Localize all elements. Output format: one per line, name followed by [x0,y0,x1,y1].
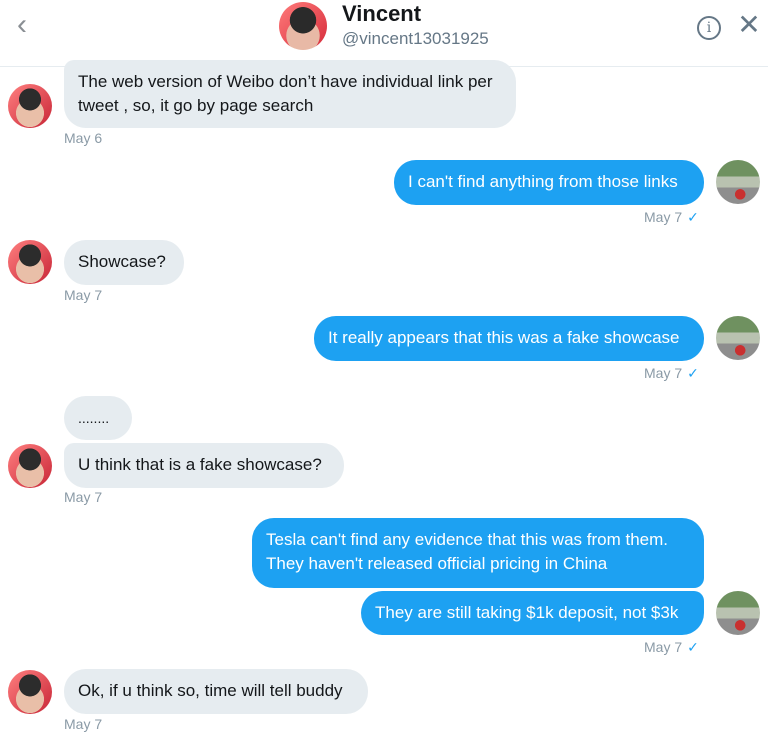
sent-message[interactable]: Tesla can't find any evidence that this … [252,518,704,588]
received-message[interactable]: The web version of Weibo don’t have indi… [64,60,516,128]
contact-avatar-small[interactable] [8,670,52,714]
sent-message[interactable]: I can't find anything from those links [394,160,704,205]
timestamp-text: May 7 [644,209,683,225]
received-message[interactable]: Ok, if u think so, time will tell buddy [64,669,368,714]
message-timestamp: May 7 ✓ [644,365,699,382]
contact-avatar-small[interactable] [8,84,52,128]
close-icon[interactable]: ✕ [735,10,763,40]
user-avatar[interactable] [716,591,760,635]
message-timestamp: May 7 ✓ [644,639,699,656]
contact-avatar[interactable] [279,2,327,50]
contact-avatar-small[interactable] [8,444,52,488]
user-avatar[interactable] [716,316,760,360]
contact-avatar-small[interactable] [8,240,52,284]
message-timestamp: May 6 [64,130,103,146]
received-message[interactable]: ........ [64,396,132,440]
contact-handle: @vincent13031925 [342,29,489,48]
message-timestamp: May 7 [64,489,103,505]
read-check-icon: ✓ [687,639,699,655]
read-check-icon: ✓ [687,209,699,225]
message-timestamp: May 7 [64,716,103,732]
contact-name[interactable]: Vincent [342,1,421,27]
timestamp-text: May 7 [644,365,683,381]
user-avatar[interactable] [716,160,760,204]
message-timestamp: May 7 [64,287,103,303]
read-check-icon: ✓ [687,365,699,381]
received-message[interactable]: U think that is a fake showcase? [64,443,344,488]
received-message[interactable]: Showcase? [64,240,184,285]
sent-message[interactable]: They are still taking $1k deposit, not $… [361,591,704,635]
message-timestamp: May 7 ✓ [644,209,699,226]
timestamp-text: May 7 [644,639,683,655]
conversation-header: ‹ Vincent @vincent13031925 i ✕ [0,0,768,67]
back-icon[interactable]: ‹ [8,10,36,42]
sent-message[interactable]: It really appears that this was a fake s… [314,316,704,361]
info-icon[interactable]: i [697,16,721,40]
